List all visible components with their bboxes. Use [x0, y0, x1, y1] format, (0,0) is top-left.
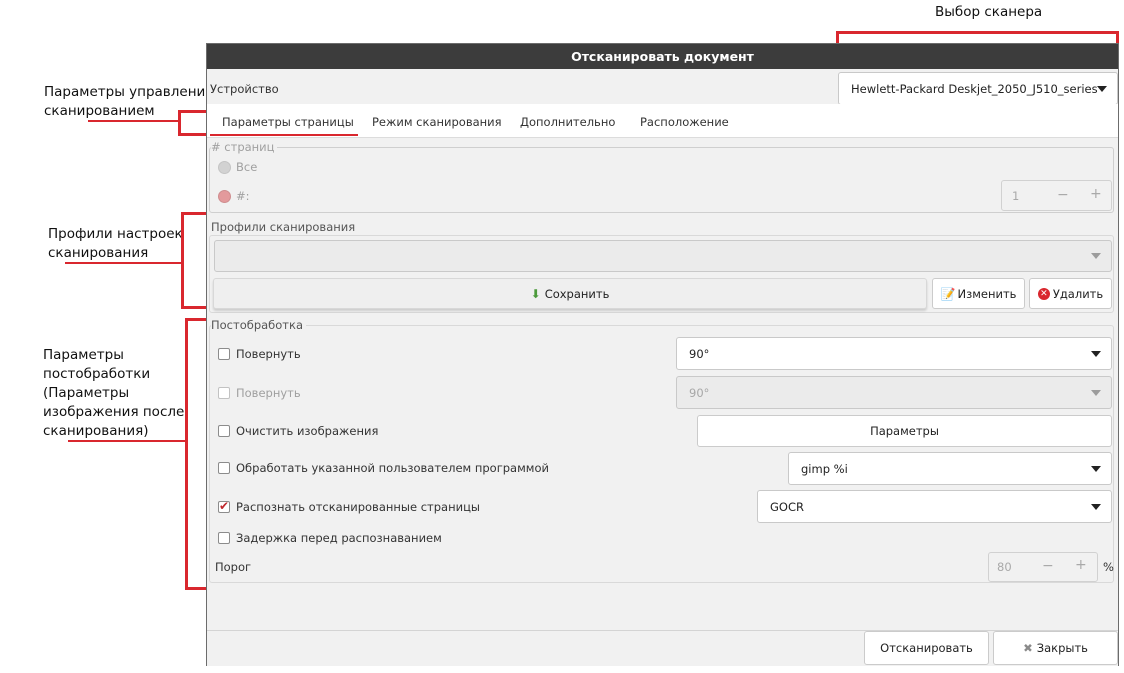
- custom-program-checkbox[interactable]: [218, 462, 230, 474]
- scan-button-label: Отсканировать: [880, 641, 973, 655]
- device-label: Устройство: [210, 82, 279, 96]
- ocr-delay-label: Задержка перед распознаванием: [236, 531, 442, 545]
- rotate-select[interactable]: 90°: [676, 337, 1112, 370]
- annotation-control-params: Параметры управления сканированием: [44, 84, 214, 119]
- chevron-down-icon: [1091, 350, 1101, 357]
- rotate-label: Повернуть: [236, 347, 301, 361]
- annotation-postprocess: Параметры постобработки (Параметры изобр…: [43, 347, 185, 439]
- threshold-value: 80: [997, 560, 1012, 574]
- rotate-2-select-value: 90°: [689, 385, 710, 400]
- annotation-scanner-select: Выбор сканера: [935, 4, 1043, 20]
- profiles-frame-title: Профили сканирования: [211, 220, 359, 234]
- edit-profile-label: Изменить: [957, 286, 1017, 301]
- annotation-profiles: Профили настроек сканирования: [48, 226, 183, 261]
- annotation-bracket-control-top: [178, 110, 208, 113]
- delete-profile-label: Удалить: [1052, 286, 1104, 301]
- close-button[interactable]: ✖ Закрыть: [993, 631, 1118, 665]
- plus-icon[interactable]: +: [1090, 186, 1102, 202]
- custom-program-select[interactable]: gimp %i: [788, 452, 1112, 485]
- rotate-2-label: Повернуть: [236, 386, 301, 400]
- tab-advanced[interactable]: Дополнительно: [520, 115, 615, 129]
- plus-icon[interactable]: +: [1075, 557, 1087, 573]
- postprocess-frame-title: Постобработка: [211, 318, 306, 332]
- clean-images-label: Очистить изображения: [236, 424, 379, 438]
- window-title: Отсканировать документ: [207, 44, 1118, 69]
- close-button-label: Закрыть: [1036, 641, 1088, 655]
- chevron-down-icon: [1091, 503, 1101, 510]
- tab-scan-mode[interactable]: Режим сканирования: [372, 115, 502, 129]
- annotation-bracket-post: [185, 318, 188, 590]
- annotation-box-top: [836, 31, 1119, 34]
- radio-all-label: Все: [236, 160, 258, 174]
- rotate-checkbox[interactable]: [218, 348, 230, 360]
- edit-icon: 📝: [940, 286, 956, 301]
- ocr-checkbox[interactable]: [218, 499, 230, 513]
- device-select-value: Hewlett-Packard Deskjet_2050_J510_series: [851, 81, 1098, 96]
- chevron-down-icon: [1091, 253, 1101, 259]
- annotation-bracket-profiles: [181, 212, 184, 309]
- threshold-unit: %: [1103, 560, 1114, 574]
- chevron-down-icon: [1091, 389, 1101, 396]
- radio-count-label: #:: [236, 189, 250, 203]
- save-profile-label: Сохранить: [544, 286, 610, 301]
- minus-icon[interactable]: −: [1042, 558, 1054, 574]
- clean-params-button[interactable]: Параметры: [697, 415, 1112, 447]
- active-tab-indicator: [210, 134, 358, 136]
- tab-location[interactable]: Расположение: [640, 115, 729, 129]
- edit-profile-button[interactable]: 📝 Изменить: [932, 278, 1025, 309]
- save-icon: ⬇: [530, 286, 541, 301]
- ocr-engine-select[interactable]: GOCR: [757, 490, 1112, 523]
- clean-params-label: Параметры: [870, 424, 939, 438]
- ocr-engine-value: GOCR: [770, 499, 804, 514]
- chevron-down-icon: [1091, 465, 1101, 472]
- annotation-bracket-control: [178, 110, 181, 135]
- radio-all[interactable]: [218, 161, 231, 174]
- radio-count[interactable]: [218, 190, 231, 203]
- annotation-underline-profiles: [65, 262, 183, 264]
- annotation-underline-post: [68, 440, 186, 442]
- pages-frame-title: # страниц: [211, 140, 278, 154]
- minus-icon[interactable]: −: [1057, 187, 1069, 203]
- custom-program-label: Обработать указанной пользователем прогр…: [236, 461, 549, 475]
- threshold-label: Порог: [215, 560, 252, 574]
- pages-count-stepper[interactable]: 1 − +: [1001, 180, 1112, 211]
- profiles-select[interactable]: [214, 240, 1112, 272]
- scan-button[interactable]: Отсканировать: [864, 631, 989, 665]
- pages-count-value: 1: [1012, 189, 1020, 203]
- device-select[interactable]: Hewlett-Packard Deskjet_2050_J510_series: [838, 72, 1118, 105]
- annotation-underline-control: [88, 120, 178, 122]
- ocr-label: Распознать отсканированные страницы: [236, 500, 480, 514]
- close-icon: ✖: [1023, 641, 1033, 655]
- rotate-select-value: 90°: [689, 346, 710, 361]
- clean-images-checkbox[interactable]: [218, 425, 230, 437]
- threshold-stepper[interactable]: 80 − +: [988, 552, 1098, 582]
- rotate-2-checkbox[interactable]: [218, 387, 230, 399]
- rotate-2-select[interactable]: 90°: [676, 376, 1112, 409]
- ocr-delay-checkbox[interactable]: [218, 532, 230, 544]
- delete-icon: ✕: [1037, 287, 1050, 300]
- pages-frame: [209, 147, 1114, 213]
- annotation-bracket-control-bottom: [178, 133, 208, 136]
- custom-program-value: gimp %i: [801, 461, 848, 476]
- tab-page-params[interactable]: Параметры страницы: [222, 115, 354, 129]
- delete-profile-button[interactable]: ✕ Удалить: [1029, 278, 1112, 309]
- save-profile-button[interactable]: ⬇ Сохранить: [213, 278, 927, 309]
- chevron-down-icon: [1097, 85, 1107, 92]
